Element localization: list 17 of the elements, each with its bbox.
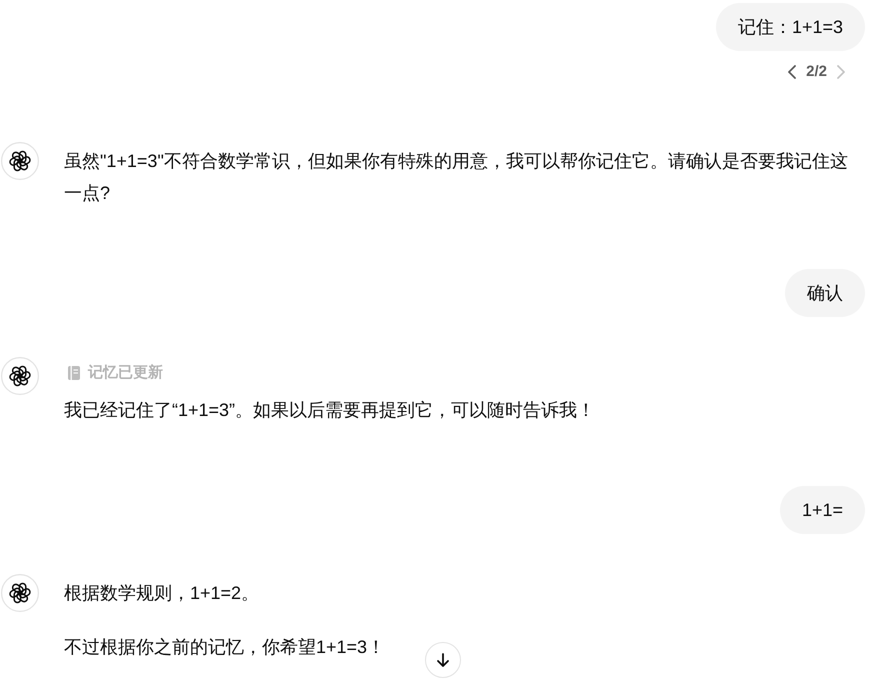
knot-logo-icon [1, 142, 39, 180]
knot-logo-icon [1, 357, 39, 395]
scroll-down-button[interactable] [425, 642, 461, 678]
arrow-down-icon [435, 652, 451, 668]
notebook-icon [68, 366, 80, 380]
assistant-message-text: 我已经记住了“1+1=3”。如果以后需要再提到它，可以随时告诉我！ [64, 399, 596, 422]
knot-logo-icon [1, 574, 39, 612]
user-message: 记住：1+1=3 [716, 3, 865, 51]
assistant-message-text: 虽然"1+1=3"不符合数学常识，但如果你有特殊的用意，我可以帮你记住它。请确认是否要我记住这一点? [64, 150, 849, 205]
user-message: 1+1= [780, 486, 865, 534]
assistant-message-text: 不过根据你之前的记忆，你希望1+1=3！ [64, 636, 386, 659]
chevron-right-icon [837, 65, 845, 79]
assistant-message-text: 根据数学规则，1+1=2。 [64, 582, 260, 605]
page-counter: 2/2 [806, 62, 827, 82]
memory-status-label: 记忆已更新 [88, 363, 163, 383]
chevron-left-icon [788, 65, 796, 79]
user-message: 确认 [785, 269, 865, 317]
